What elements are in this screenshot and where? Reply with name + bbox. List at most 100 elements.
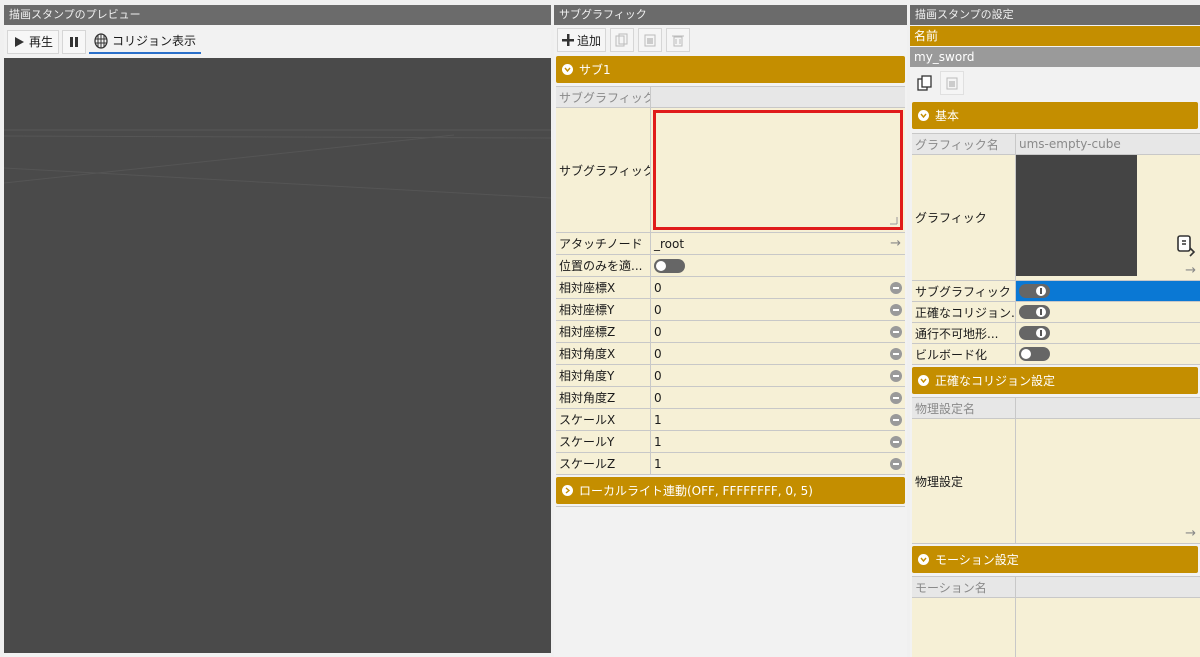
transform-prop-key: 相対座標Y xyxy=(556,299,651,320)
position-only-value xyxy=(651,255,905,276)
subgraphic-row: サブグラフィック xyxy=(556,108,905,233)
graphic-row: グラフィック → xyxy=(912,155,1200,281)
setting-toggle[interactable] xyxy=(1019,305,1050,319)
stepper-icon[interactable] xyxy=(890,303,902,316)
local-light-title: ローカルライト連動(OFF, FFFFFFFF, 0, 5) xyxy=(579,484,813,498)
transform-prop-value[interactable]: 1 xyxy=(651,431,905,452)
arrow-right-icon[interactable]: → xyxy=(890,236,901,251)
subgraphic-property-grid: サブグラフィック名 サブグラフィック アタッチノード _root → 位置のみを… xyxy=(556,86,905,475)
subgraphic-key: サブグラフィック xyxy=(556,108,651,232)
transform-prop-text: 0 xyxy=(654,302,662,317)
stepper-icon[interactable] xyxy=(890,391,902,404)
subgraphic-panel-bottom-border xyxy=(556,506,905,507)
stepper-icon[interactable] xyxy=(890,347,902,360)
swap-icon[interactable] xyxy=(1175,234,1197,258)
pause-icon xyxy=(70,36,79,47)
collision-display-toggle[interactable]: コリジョン表示 xyxy=(89,30,202,54)
motion-name-value[interactable] xyxy=(1016,577,1200,597)
preview-panel: 描画スタンプのプレビュー 再生 コリジョン表示 xyxy=(4,5,551,657)
motion-section-title: モーション設定 xyxy=(935,553,1019,567)
chevron-down-icon xyxy=(918,110,929,121)
pause-button[interactable] xyxy=(62,29,87,54)
transform-prop-value[interactable]: 1 xyxy=(651,453,905,474)
stepper-icon[interactable] xyxy=(890,369,902,382)
transform-prop-row: 相対角度Y 0 xyxy=(556,365,905,387)
motion-key xyxy=(912,598,1016,657)
transform-prop-key: スケールY xyxy=(556,431,651,452)
preview-viewport[interactable] xyxy=(4,58,551,653)
toggle-row-value xyxy=(1016,302,1200,322)
stepper-icon[interactable] xyxy=(890,325,902,338)
preview-toolbar: 再生 コリジョン表示 xyxy=(4,25,551,58)
arrow-right-icon[interactable]: → xyxy=(1185,264,1196,278)
chevron-right-icon xyxy=(562,485,573,496)
attach-node-value[interactable]: _root → xyxy=(651,233,905,254)
transform-prop-value[interactable]: 1 xyxy=(651,409,905,430)
stepper-icon[interactable] xyxy=(890,457,902,470)
physics-key: 物理設定 xyxy=(912,419,1016,543)
sub1-section-header[interactable]: サブ1 xyxy=(556,56,905,83)
transform-prop-value[interactable]: 0 xyxy=(651,277,905,298)
subgraphic-name-value[interactable] xyxy=(651,87,905,107)
transform-prop-text: 1 xyxy=(654,434,662,449)
add-label: 追加 xyxy=(577,33,602,48)
transform-prop-value[interactable]: 0 xyxy=(651,321,905,342)
stepper-icon[interactable] xyxy=(890,413,902,426)
stepper-icon[interactable] xyxy=(890,281,902,294)
transform-prop-value[interactable]: 0 xyxy=(651,343,905,364)
arrow-right-icon[interactable]: → xyxy=(1185,527,1196,541)
copy-button[interactable] xyxy=(610,28,635,52)
chevron-down-icon xyxy=(918,554,929,565)
transform-prop-value[interactable]: 0 xyxy=(651,387,905,408)
position-only-toggle[interactable] xyxy=(654,258,685,273)
toggle-row: 通行不可地形... xyxy=(912,323,1200,344)
paste-button[interactable] xyxy=(638,28,663,52)
trash-icon xyxy=(672,35,685,47)
transform-prop-text: 0 xyxy=(654,368,662,383)
setting-toggle[interactable] xyxy=(1019,284,1050,298)
chevron-down-icon xyxy=(562,64,573,75)
collision-section-header[interactable]: 正確なコリジョン設定 xyxy=(912,367,1198,394)
motion-section-header[interactable]: モーション設定 xyxy=(912,546,1198,573)
add-subgraphic-button[interactable]: 追加 xyxy=(557,28,607,52)
name-field[interactable]: my_sword xyxy=(910,47,1200,67)
collision-property-grid: 物理設定名 物理設定 → xyxy=(912,397,1200,544)
paste-icon xyxy=(946,77,958,90)
position-only-row: 位置のみを適... xyxy=(556,255,905,277)
basic-toggles: サブグラフィック 正確なコリジョン... 通行不可地形... ビルボード化 xyxy=(912,281,1200,365)
transform-prop-value[interactable]: 0 xyxy=(651,365,905,386)
toggle-row-value xyxy=(1016,344,1200,364)
motion-value[interactable] xyxy=(1016,598,1200,657)
transform-prop-value[interactable]: 0 xyxy=(651,299,905,320)
graphic-key: グラフィック xyxy=(912,155,1016,280)
transform-prop-row: 相対座標Y 0 xyxy=(556,299,905,321)
setting-toggle[interactable] xyxy=(1019,326,1050,340)
basic-section-title: 基本 xyxy=(935,109,960,123)
copy-settings-button[interactable] xyxy=(913,71,937,95)
motion-name-key: モーション名 xyxy=(912,577,1016,597)
setting-toggle[interactable] xyxy=(1019,347,1050,361)
transform-prop-text: 0 xyxy=(654,346,662,361)
paste-settings-button[interactable] xyxy=(940,71,964,95)
delete-button[interactable] xyxy=(666,28,691,52)
subgraphic-panel-title: サブグラフィック xyxy=(554,5,907,25)
graphic-thumbnail[interactable] xyxy=(1016,155,1137,276)
physics-name-value[interactable] xyxy=(1016,398,1200,418)
transform-prop-key: 相対角度Y xyxy=(556,365,651,386)
play-icon xyxy=(15,36,24,47)
physics-value[interactable]: → xyxy=(1016,419,1200,543)
subgraphic-drop-area[interactable] xyxy=(653,110,903,230)
collision-section-title: 正確なコリジョン設定 xyxy=(935,374,1056,388)
graphic-name-row: グラフィック名 ums-empty-cube xyxy=(912,134,1200,155)
play-button[interactable]: 再生 xyxy=(7,29,60,54)
toggle-row-key: サブグラフィック xyxy=(912,281,1016,301)
preview-panel-title: 描画スタンプのプレビュー xyxy=(4,5,551,25)
stepper-icon[interactable] xyxy=(890,435,902,448)
local-light-section-header[interactable]: ローカルライト連動(OFF, FFFFFFFF, 0, 5) xyxy=(556,477,905,504)
position-only-key: 位置のみを適... xyxy=(556,255,651,276)
transform-prop-key: スケールZ xyxy=(556,453,651,474)
transform-prop-key: スケールX xyxy=(556,409,651,430)
toggle-row: サブグラフィック xyxy=(912,281,1200,302)
basic-section-header[interactable]: 基本 xyxy=(912,102,1198,129)
graphic-name-value[interactable]: ums-empty-cube xyxy=(1016,134,1200,154)
